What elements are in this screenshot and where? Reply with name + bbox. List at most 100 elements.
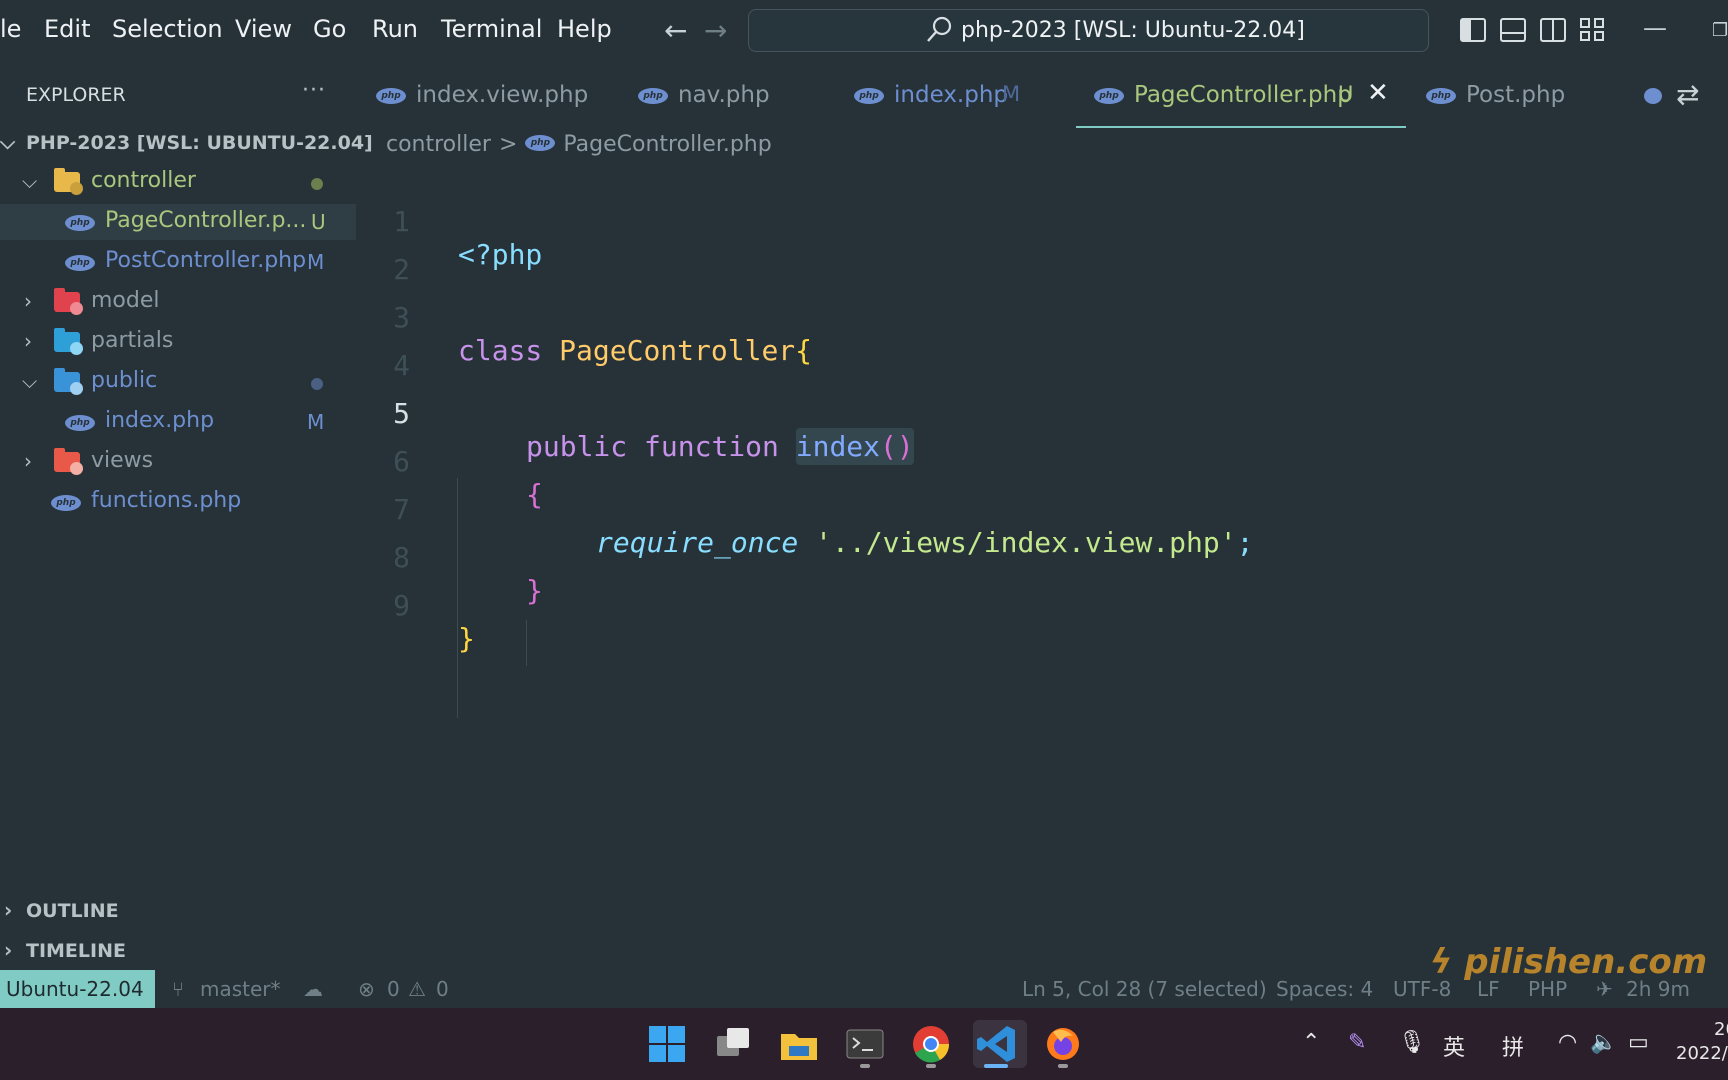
customize-layout-icon[interactable] xyxy=(1580,18,1606,42)
tab-post[interactable]: php Post.php xyxy=(1426,64,1576,128)
php-file-icon: php xyxy=(854,88,884,104)
restore-icon[interactable]: ❐ xyxy=(1712,20,1728,41)
tree-item-pagecontroller[interactable]: php PageController.p... U xyxy=(0,204,356,240)
chevron-down-icon: ⌵ xyxy=(22,369,38,393)
untracked-indicator: U xyxy=(1338,82,1354,106)
tree-item-index[interactable]: php index.php M xyxy=(0,404,356,440)
clock-date: 2022/ xyxy=(1676,1043,1728,1064)
breadcrumb-folder[interactable]: controller xyxy=(386,132,491,157)
start-button[interactable] xyxy=(643,1020,691,1068)
tab-nav[interactable]: php nav.php xyxy=(638,64,778,128)
tree-item-postcontroller[interactable]: php PostController.php M xyxy=(0,244,356,280)
workspace-root[interactable]: ⌵ PHP-2023 [WSL: UBUNTU-22.04] xyxy=(0,126,373,162)
toggle-primary-sidebar-icon[interactable] xyxy=(1460,18,1486,42)
more-actions-icon[interactable]: ··· xyxy=(302,78,326,103)
menu-file[interactable]: le xyxy=(0,15,21,43)
sync-icon[interactable]: ☁ xyxy=(303,977,323,1001)
close-tab-icon[interactable]: ✕ xyxy=(1367,78,1389,108)
windows-logo-icon xyxy=(649,1026,685,1062)
title-bar: le Edit Selection View Go Run Terminal H… xyxy=(0,0,1728,64)
battery-icon[interactable]: ▭ xyxy=(1628,1030,1649,1055)
tab-label: index.view.php xyxy=(416,82,589,108)
bolt-icon: ϟ xyxy=(1430,942,1453,982)
ime-mode[interactable]: 拼 xyxy=(1502,1030,1524,1062)
tree-item-label: controller xyxy=(91,168,196,193)
modified-indicator: M xyxy=(1002,82,1021,106)
tab-overflow[interactable] xyxy=(1644,64,1668,128)
menu-edit[interactable]: Edit xyxy=(44,15,90,43)
minimize-icon[interactable]: — xyxy=(1643,14,1667,42)
menu-run[interactable]: Run xyxy=(372,15,418,43)
menu-view[interactable]: View xyxy=(235,15,292,43)
forward-arrow-icon[interactable]: → xyxy=(704,14,727,47)
wifi-icon[interactable]: ◠ xyxy=(1558,1030,1577,1055)
firefox-icon xyxy=(1047,1028,1079,1060)
file-explorer-button[interactable] xyxy=(775,1020,823,1068)
tab-index[interactable]: php index.php M xyxy=(854,64,1034,128)
pen-icon[interactable]: ✎ xyxy=(1348,1030,1366,1055)
clock[interactable]: 20 2022/ xyxy=(1676,1018,1728,1066)
warning-icon: ⚠ xyxy=(408,977,426,1001)
code-editor[interactable]: 1 <?php 2 3 class PageController{ 4 5 pu… xyxy=(356,168,1728,928)
command-center-label: php-2023 [WSL: Ubuntu-22.04] xyxy=(961,18,1305,43)
toggle-secondary-sidebar-icon[interactable] xyxy=(1540,18,1566,42)
compare-changes-icon[interactable]: ⇄ xyxy=(1676,78,1699,111)
firefox-button[interactable] xyxy=(1039,1020,1087,1068)
remote-indicator[interactable]: Ubuntu-22.04 xyxy=(0,970,155,1008)
chrome-button[interactable] xyxy=(907,1020,955,1068)
chrome-icon xyxy=(913,1026,950,1063)
tree-item-label: PostController.php xyxy=(105,248,307,273)
chevron-right-icon: › xyxy=(24,449,32,473)
tree-item-label: public xyxy=(91,368,158,393)
error-count[interactable]: 0 xyxy=(387,977,400,1001)
tree-item-public[interactable]: ⌵ public xyxy=(0,364,356,400)
menu-terminal[interactable]: Terminal xyxy=(441,15,542,43)
watermark: ϟ pilishen.com xyxy=(1430,942,1707,982)
git-status-badge: M xyxy=(307,410,325,434)
chevron-down-icon: ⌵ xyxy=(0,130,16,154)
tree-item-views[interactable]: › views xyxy=(0,444,356,480)
terminal-button[interactable] xyxy=(841,1020,889,1068)
vscode-button[interactable] xyxy=(973,1020,1027,1068)
explorer-title: EXPLORER xyxy=(26,84,126,106)
timeline-section[interactable]: › TIMELINE xyxy=(0,934,356,968)
menu-go[interactable]: Go xyxy=(313,15,346,43)
warning-count[interactable]: 0 xyxy=(436,977,449,1001)
line-number: 9 xyxy=(393,589,410,622)
tree-item-label: model xyxy=(91,288,160,313)
vscode-icon xyxy=(977,1026,1015,1062)
search-icon xyxy=(927,16,952,42)
status-dot xyxy=(311,178,323,190)
tree-item-partials[interactable]: › partials xyxy=(0,324,356,360)
microphone-icon[interactable]: 🎙 xyxy=(1398,1030,1426,1055)
running-indicator xyxy=(926,1064,936,1068)
back-arrow-icon[interactable]: ← xyxy=(664,14,687,47)
tab-index-view[interactable]: php index.view.php xyxy=(376,64,588,128)
branch-icon: ⑂ xyxy=(172,977,184,1001)
indentation[interactable]: Spaces: 4 xyxy=(1276,977,1373,1001)
cursor-position[interactable]: Ln 5, Col 28 (7 selected) xyxy=(1022,977,1267,1001)
breadcrumb: controller > php PageController.php xyxy=(386,132,772,157)
tab-pagecontroller[interactable]: php PageController.php U ✕ xyxy=(1076,64,1406,128)
menu-help[interactable]: Help xyxy=(557,15,612,43)
php-file-icon: php xyxy=(65,255,95,271)
toggle-panel-icon[interactable] xyxy=(1500,18,1526,42)
php-file-icon: php xyxy=(525,135,556,151)
task-view-button[interactable] xyxy=(709,1020,757,1068)
ime-language[interactable]: 英 xyxy=(1443,1030,1465,1062)
volume-icon[interactable]: 🔈 xyxy=(1590,1030,1617,1055)
git-branch[interactable]: master* xyxy=(200,977,281,1001)
chevron-right-icon: › xyxy=(24,329,32,353)
outline-section[interactable]: › OUTLINE xyxy=(0,894,356,928)
command-center[interactable]: php-2023 [WSL: Ubuntu-22.04] xyxy=(748,9,1429,52)
code-line: 7 require_once '../views/index.view.php'… xyxy=(356,460,1728,559)
tree-item-functions[interactable]: php functions.php xyxy=(0,484,356,520)
show-hidden-icons-icon[interactable]: ⌃ xyxy=(1302,1030,1320,1055)
tree-item-controller[interactable]: ⌵ controller xyxy=(0,164,356,200)
php-file-icon: php xyxy=(51,495,81,511)
folder-model-icon xyxy=(54,288,83,315)
tree-item-model[interactable]: › model xyxy=(0,284,356,320)
breadcrumb-file[interactable]: PageController.php xyxy=(563,132,771,157)
tab-label: PageController.php xyxy=(1134,82,1352,108)
menu-selection[interactable]: Selection xyxy=(112,15,223,43)
